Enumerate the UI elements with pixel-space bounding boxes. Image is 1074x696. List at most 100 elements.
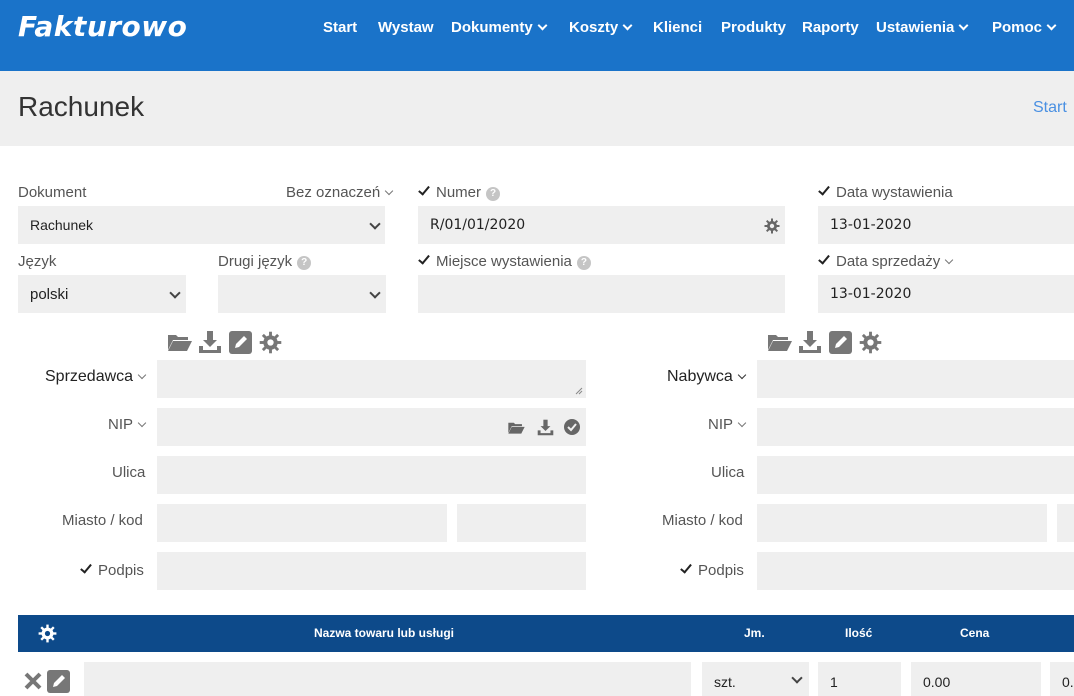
folder-open-icon[interactable] <box>507 420 526 435</box>
seller-nip-dropdown[interactable]: NIP <box>108 416 147 433</box>
buyer-miasto-input[interactable] <box>757 504 1047 542</box>
chevron-down-icon <box>537 20 548 31</box>
nav-klienci[interactable]: Klienci <box>653 19 702 39</box>
nabywca-dropdown[interactable]: Nabywca <box>667 368 747 386</box>
gear-icon[interactable] <box>859 331 882 354</box>
dokument-select[interactable]: Rachunek <box>18 206 385 244</box>
chevron-down-icon <box>622 20 633 31</box>
item-qty-value: 1 <box>830 674 838 690</box>
nav-klienci-label: Klienci <box>653 19 703 36</box>
nav-ustawienia[interactable]: Ustawienia <box>876 19 969 39</box>
edit-icon[interactable] <box>229 331 252 354</box>
chevron-down-icon <box>737 418 747 428</box>
seller-ulica-label: Ulica <box>112 464 146 481</box>
nav-dokumenty-label: Dokumenty <box>451 19 533 36</box>
item-qty-input[interactable]: 1 <box>818 662 901 696</box>
miejsce-label: Miejsce wystawienia? <box>418 252 591 271</box>
nav-wystaw[interactable]: Wystaw <box>378 19 434 39</box>
resize-handle-icon[interactable] <box>575 387 583 395</box>
app-logo[interactable]: Fakturowo <box>18 10 187 43</box>
edit-icon[interactable] <box>47 670 70 693</box>
help-icon[interactable]: ? <box>297 256 312 270</box>
item-name-input[interactable] <box>84 662 691 696</box>
chevron-down-icon <box>137 418 147 428</box>
drugi-jezyk-select[interactable] <box>218 275 386 313</box>
data-sprzedazy-value: 13-01-2020 <box>830 286 912 302</box>
breadcrumb-start[interactable]: Start <box>1033 99 1067 117</box>
seller-miasto-input[interactable] <box>157 504 447 542</box>
download-icon[interactable] <box>198 330 222 354</box>
seller-podpis-input[interactable] <box>157 552 586 590</box>
buyer-ulica-input[interactable] <box>757 456 1074 494</box>
nabywca-textarea[interactable] <box>757 360 1074 398</box>
nav-produkty[interactable]: Produkty <box>721 19 786 39</box>
data-sprzedazy-input[interactable]: 13-01-2020 <box>818 275 1074 313</box>
dokument-value: Rachunek <box>30 217 94 233</box>
miejsce-checkbox[interactable] <box>418 252 430 265</box>
buyer-miasto-label: Miasto / kod <box>662 512 743 529</box>
chevron-down-icon <box>133 368 147 385</box>
download-icon[interactable] <box>537 419 554 436</box>
nav-start[interactable]: Start <box>323 19 357 39</box>
buyer-nip-dropdown[interactable]: NIP <box>708 416 747 433</box>
data-wystawienia-label: Data wystawienia <box>818 183 953 201</box>
buyer-ulica-label: Ulica <box>711 464 745 481</box>
gear-icon[interactable] <box>259 331 282 354</box>
nabywca-label: Nabywca <box>667 368 733 385</box>
sprzedawca-label: Sprzedawca <box>45 368 134 385</box>
help-icon[interactable]: ? <box>486 187 501 201</box>
nav-raporty[interactable]: Raporty <box>802 19 859 39</box>
seller-ulica-input[interactable] <box>157 456 586 494</box>
oznaczenie-dropdown[interactable]: Bez oznaczeń <box>286 184 394 201</box>
chevron-down-icon <box>1046 20 1057 31</box>
folder-open-icon[interactable] <box>167 331 193 353</box>
jezyk-value: polski <box>30 285 69 303</box>
gear-icon[interactable] <box>764 218 780 234</box>
miejsce-input[interactable] <box>418 275 785 313</box>
sprzedawca-dropdown[interactable]: Sprzedawca <box>45 368 147 386</box>
buyer-kod-input[interactable] <box>1057 504 1074 542</box>
help-icon[interactable]: ? <box>576 256 591 270</box>
top-navbar: Fakturowo Start Wystaw Dokumenty Koszty … <box>0 0 1074 71</box>
page-header: Rachunek Start <box>0 71 1074 146</box>
item-unit-select[interactable]: szt. <box>702 662 809 696</box>
data-sprzedazy-label: Data sprzedaży <box>818 252 954 270</box>
nav-dokumenty[interactable]: Dokumenty <box>451 19 548 39</box>
nav-pomoc[interactable]: Pomoc <box>992 19 1057 39</box>
nav-raporty-label: Raporty <box>802 19 859 36</box>
item-price-input[interactable]: 0.00 <box>911 662 1041 696</box>
sprzedawca-textarea[interactable] <box>157 360 586 398</box>
folder-open-icon[interactable] <box>767 331 793 353</box>
buyer-podpis-input[interactable] <box>757 552 1074 590</box>
numer-label-text: Numer <box>436 184 482 201</box>
seller-nip-input[interactable] <box>157 408 586 446</box>
data-wystawienia-input[interactable]: 13-01-2020 <box>818 206 1074 244</box>
delete-icon[interactable] <box>24 672 42 690</box>
nav-produkty-label: Produkty <box>721 19 787 36</box>
drugi-jezyk-label: Drugi język? <box>218 253 312 271</box>
data-sprzedazy-checkbox[interactable] <box>818 252 830 265</box>
chevron-down-icon <box>384 186 394 196</box>
items-table-header: Nazwa towaru lub usługi Jm. Ilość Cena <box>18 615 1074 652</box>
nav-wystaw-label: Wystaw <box>378 19 434 36</box>
numer-input[interactable]: R/01/01/2020 <box>418 206 785 244</box>
seller-podpis-checkbox[interactable] <box>80 561 92 574</box>
data-wystawienia-checkbox[interactable] <box>818 183 830 196</box>
jezyk-select[interactable]: polski <box>18 275 186 313</box>
seller-kod-input[interactable] <box>457 504 586 542</box>
column-header-price: Cena <box>960 626 990 640</box>
gear-icon[interactable] <box>38 624 57 643</box>
edit-icon[interactable] <box>829 331 852 354</box>
data-wystawienia-value: 13-01-2020 <box>830 217 912 233</box>
buyer-podpis-checkbox[interactable] <box>680 561 692 574</box>
data-wystawienia-label-text: Data wystawienia <box>836 184 953 201</box>
nav-koszty[interactable]: Koszty <box>569 19 633 39</box>
item-next-input[interactable]: 0. <box>1050 662 1074 696</box>
check-circle-icon[interactable] <box>564 419 580 435</box>
buyer-nip-input[interactable] <box>757 408 1074 446</box>
seller-podpis-label: Podpis <box>80 561 144 579</box>
numer-checkbox[interactable] <box>418 183 430 196</box>
chevron-down-icon[interactable] <box>944 255 954 265</box>
download-icon[interactable] <box>798 330 822 354</box>
chevron-down-icon <box>958 20 969 31</box>
